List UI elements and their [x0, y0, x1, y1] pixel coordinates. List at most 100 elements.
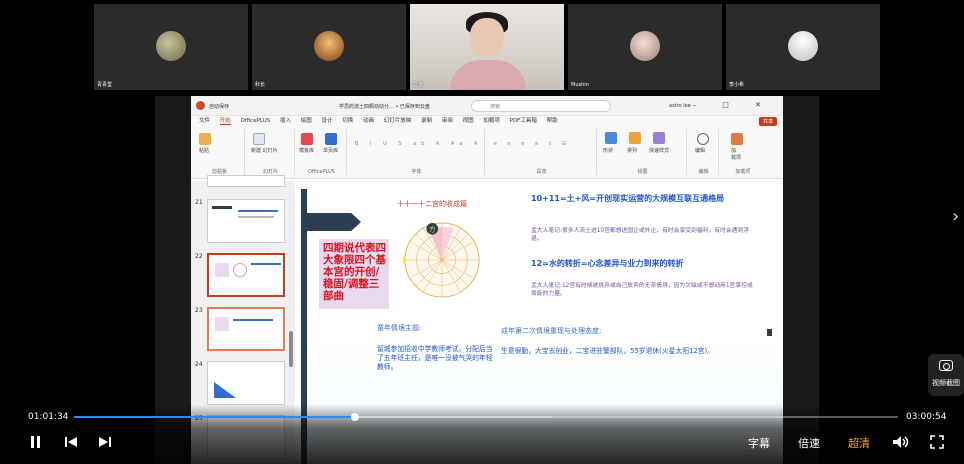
speed-button[interactable]: 倍速 [798, 435, 820, 451]
participant-name: 文姿 [413, 82, 424, 88]
new-slide-icon[interactable] [253, 133, 265, 145]
slide-thumbnail-selected[interactable] [207, 253, 285, 297]
slide-thumbnail[interactable] [207, 307, 285, 351]
font-format-buttons[interactable]: B I U S ab A Aa A [355, 141, 482, 147]
autosave-label[interactable]: 自动保存 [209, 103, 229, 110]
title-bar: 自动保存 学员的流土四颗动动分... • 已保存到云盘 搜索 astro lee… [191, 96, 783, 116]
ribbon: 粘贴 剪贴板 新建 幻灯片 幻灯片 模板库 单页库 OfficePLUS B I… [191, 127, 783, 179]
slide-note-1: 孟大人笔记:很多人流土进10宫都想进国企或外企，有时会享受到福利，有时会遇到浮退… [531, 228, 750, 242]
ribbon-group-drawing: 形状 排列 快速样式 绘图 [599, 129, 687, 175]
camera-icon [939, 360, 953, 371]
quality-button[interactable]: 超清 [848, 435, 870, 451]
edit-label: 编辑 [695, 148, 706, 154]
menu-transitions[interactable]: 切换 [342, 118, 353, 124]
menu-officeplus[interactable]: OfficePLUS [241, 118, 271, 124]
menu-pdf[interactable]: PDF工具箱 [510, 118, 537, 124]
current-time: 01:01:34 [28, 412, 69, 422]
subtitle-button[interactable]: 字幕 [748, 435, 770, 451]
group-label: 幻灯片 [262, 169, 278, 175]
video-player[interactable]: 青青堂 科长 文姿 Mushin 李小希 自动保存 学员的流土四颗动动分... … [0, 0, 964, 464]
find-icon[interactable] [697, 133, 709, 145]
slide-number: 22 [195, 253, 203, 260]
menu-insert[interactable]: 插入 [280, 118, 291, 124]
played-bar [74, 416, 355, 418]
participant-name: 青青堂 [97, 82, 113, 88]
ribbon-group-edit: 编辑 编辑 [689, 129, 719, 175]
slide-text-right: 生意很勤，大宝去创业，二宝进驻警部队，55岁退休(火星太阳12宫)。 [501, 347, 714, 355]
menu-file[interactable]: 文件 [199, 118, 210, 124]
ribbon-group-addins: 加 载项 加载项 [721, 129, 765, 175]
slide-scroll-indicator[interactable] [767, 329, 772, 336]
participant-tile-active[interactable]: 文姿 [410, 4, 564, 90]
participant-name: 李小希 [729, 82, 745, 88]
group-label: 段落 [536, 169, 547, 175]
participant-video [450, 60, 526, 90]
group-label: 字体 [411, 169, 422, 175]
ribbon-group-officeplus: 模板库 单页库 OfficePLUS [297, 129, 347, 175]
menu-help[interactable]: 帮助 [547, 118, 558, 124]
participant-tile[interactable]: 科长 [252, 4, 406, 90]
progress-bar[interactable] [74, 413, 898, 421]
paste-label: 粘贴 [199, 148, 210, 154]
powerpoint-icon [196, 101, 205, 110]
user-name[interactable]: astro lee [669, 103, 691, 109]
group-label: 加载项 [735, 169, 751, 175]
menu-animations[interactable]: 动画 [363, 118, 374, 124]
volume-icon[interactable] [892, 435, 910, 449]
wheel-badge: 方 [429, 225, 436, 234]
paragraph-buttons[interactable]: ≡ ≡ ≡ ≡ ⇕ ☰ [493, 141, 570, 147]
skip-next-icon[interactable] [98, 436, 112, 448]
menu-record[interactable]: 录制 [421, 118, 432, 124]
screenshot-label: 视频截图 [932, 379, 960, 387]
menu-view[interactable]: 视图 [463, 118, 474, 124]
paste-icon[interactable] [199, 133, 211, 145]
group-label: 绘图 [637, 169, 648, 175]
group-label: 编辑 [698, 169, 709, 175]
pause-icon[interactable] [30, 435, 42, 449]
slide-thumbnail[interactable] [207, 199, 285, 243]
menu-home[interactable]: 开始 [219, 118, 231, 125]
template-icon[interactable] [301, 133, 313, 145]
menu-draw[interactable]: 绘图 [301, 118, 312, 124]
participant-strip: 青青堂 科长 文姿 Mushin 李小希 [94, 4, 880, 90]
progress-handle[interactable] [350, 413, 359, 421]
quick-style-icon[interactable] [653, 132, 665, 144]
menu-slideshow[interactable]: 幻灯片放映 [384, 118, 412, 124]
menu-addins[interactable]: 加载项 [483, 118, 500, 124]
window-controls[interactable]: – □ ✕ [693, 101, 773, 109]
menu-review[interactable]: 审阅 [442, 118, 453, 124]
document-title[interactable]: 学员的流土四颗动动分... • 已保存到云盘 [339, 103, 430, 110]
arrange-icon[interactable] [629, 132, 641, 144]
ribbon-group-font: B I U S ab A Aa A 字体 [349, 129, 485, 175]
addins-icon[interactable] [731, 133, 743, 145]
ribbon-group-slides: 新建 幻灯片 幻灯片 [247, 129, 295, 175]
quick-style-label: 快速样式 [649, 148, 670, 154]
participant-tile[interactable]: Mushin [568, 4, 722, 90]
skip-previous-icon[interactable] [64, 436, 78, 448]
slide-red-heading: 四期说代表四大象限四个基本宫的开创/稳固/调整三部曲 [323, 242, 386, 302]
ribbon-group-clipboard: 粘贴 剪贴板 [195, 129, 245, 175]
fullscreen-icon[interactable] [930, 435, 944, 449]
shape-icon[interactable] [605, 132, 617, 144]
share-button[interactable]: 共享 [758, 117, 777, 126]
slide-thumbnail[interactable] [207, 361, 285, 405]
menu-design[interactable]: 设计 [322, 118, 333, 124]
slide-note-2: 孟大人笔记:12宫有时候被挑弃或自己放弃的无奈情境，因为欠缺或不想动用1宫掌控或… [531, 283, 753, 297]
slide-subheading-right: 成年第二次情境重现与处理态度: [501, 327, 602, 335]
thumbnail-scrollbar[interactable] [289, 331, 293, 367]
avatar [314, 31, 344, 61]
wheel-title: 十十一十二宫的收成篇 [397, 200, 467, 208]
participant-tile[interactable]: 青青堂 [94, 4, 248, 90]
chevron-right-icon[interactable]: › [952, 206, 959, 227]
participant-tile[interactable]: 李小希 [726, 4, 880, 90]
addins-label: 加 载项 [731, 148, 742, 161]
search-input[interactable]: 搜索 [471, 100, 611, 112]
slide-thumbnail[interactable] [207, 175, 285, 187]
screenshot-button[interactable]: 视频截图 [928, 354, 964, 396]
ribbon-group-paragraph: ≡ ≡ ≡ ≡ ⇕ ☰ 段落 [487, 129, 597, 175]
arrow-shape [307, 213, 361, 231]
arrange-label: 排列 [627, 148, 638, 154]
single-page-icon[interactable] [325, 133, 337, 145]
participant-name: 科长 [255, 82, 266, 88]
group-label: OfficePLUS [308, 169, 335, 175]
